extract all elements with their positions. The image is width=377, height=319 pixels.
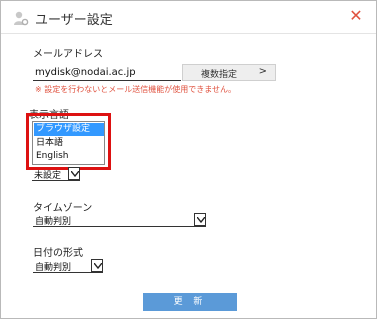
chevron-down-icon: [194, 213, 206, 226]
unset-select-value: 未設定: [34, 171, 62, 181]
header-divider: [1, 33, 376, 34]
chevron-down-icon: [68, 167, 80, 180]
update-button[interactable]: 更 新: [143, 293, 237, 311]
email-input[interactable]: mydisk@nodai.ac.jp: [35, 67, 136, 78]
date-format-label: 日付の形式: [33, 248, 83, 259]
timezone-label: タイムゾーン: [33, 203, 93, 214]
unset-select[interactable]: 未設定: [32, 167, 80, 181]
user-settings-dialog: ユーザー設定 ✕ メールアドレス mydisk@nodai.ac.jp 複数指定…: [0, 0, 377, 319]
chevron-right-icon: >: [258, 66, 267, 77]
user-gear-icon: [13, 10, 29, 26]
highlight-annotation-box: [26, 113, 111, 170]
multi-address-button-label: 複数指定: [201, 70, 238, 80]
email-label: メールアドレス: [33, 49, 103, 60]
timezone-select-value: 自動判別: [35, 217, 72, 227]
email-warning-text: ※ 設定を行わないとメール送信機能が使用できません。: [35, 85, 237, 94]
timezone-select[interactable]: 自動判別: [33, 213, 206, 227]
date-format-select[interactable]: 自動判別: [33, 259, 103, 273]
chevron-down-icon: [91, 259, 103, 272]
close-icon[interactable]: ✕: [348, 6, 364, 26]
dialog-header: ユーザー設定 ✕: [1, 1, 376, 33]
date-format-select-value: 自動判別: [35, 263, 72, 273]
multi-address-button[interactable]: 複数指定 >: [182, 64, 276, 81]
email-input-underline: [33, 80, 181, 81]
dialog-title: ユーザー設定: [35, 13, 113, 28]
